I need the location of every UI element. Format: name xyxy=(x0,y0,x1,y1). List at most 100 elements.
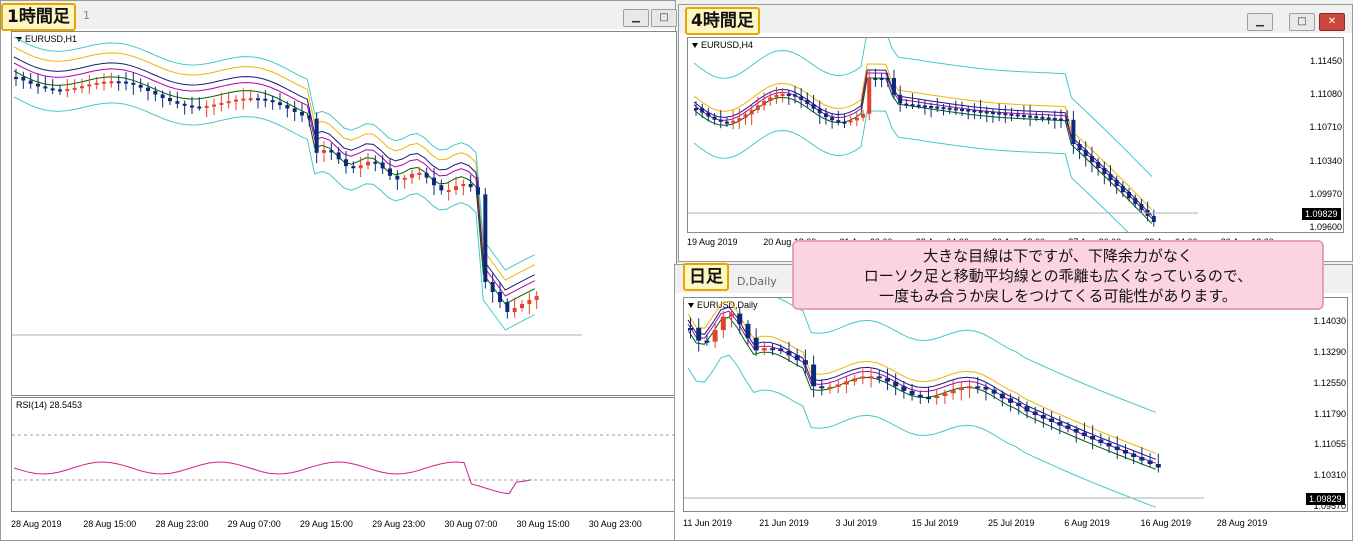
h4-current-price: 1.09829 xyxy=(1302,208,1341,220)
bollinger-lower-line xyxy=(13,96,535,331)
daily-x-tick-label: 15 Jul 2019 xyxy=(911,518,959,528)
h1-candles xyxy=(12,36,582,336)
bearish-candle xyxy=(696,328,702,341)
bearish-candle xyxy=(786,94,791,97)
bearish-candle xyxy=(786,350,792,356)
daily-price-chart[interactable]: EURUSD,Daily 1.14030 1.13290 1.12550 1.1179… xyxy=(683,297,1348,512)
maximize-button[interactable]: □ xyxy=(651,9,677,27)
h1-x-tick-label: 30 Aug 23:00 xyxy=(588,519,642,529)
bearish-candle xyxy=(1021,115,1026,117)
h1-x-tick-label: 28 Aug 15:00 xyxy=(83,519,137,529)
h4-titlebar[interactable]: ▁ □ ✕ xyxy=(679,5,1352,33)
bullish-candle xyxy=(226,101,231,104)
bearish-candle xyxy=(997,112,1002,115)
analysis-callout: 大きな目線は下ですが、下降余力がなく ローソク足と移動平均線との乖離も広くなって… xyxy=(792,240,1324,310)
close-button[interactable]: ✕ xyxy=(1319,13,1345,31)
bearish-candle xyxy=(885,78,890,80)
bearish-candle xyxy=(960,109,965,111)
daily-time-axis: 11 Jun 2019 21 Jun 2019 3 Jul 2019 15 Jul 2… xyxy=(683,518,1298,532)
bearish-candle xyxy=(1071,119,1076,144)
ma-navy-line xyxy=(13,56,535,291)
daily-y-tick-label: 1.12550 xyxy=(1313,377,1346,388)
bearish-candle xyxy=(830,117,835,121)
h4-y-tick-label: 1.10340 xyxy=(1309,155,1342,166)
ma-navy-line xyxy=(687,306,1156,460)
h4-chart-window[interactable]: ▁ □ ✕ 4時間足 EURUSD,H4 1.11450 1.11080 1.107… xyxy=(678,4,1353,262)
h1-chart-window[interactable]: 1 ▁ □ 1時間足 EURUSD,H1 RSI(14) 28.5453 28 … xyxy=(0,0,677,541)
bearish-candle xyxy=(823,113,828,118)
bullish-candle xyxy=(755,105,760,110)
daily-title-partial: D,Daily xyxy=(737,275,777,288)
bearish-candle xyxy=(131,82,136,85)
bearish-candle xyxy=(1089,156,1094,162)
bearish-candle xyxy=(901,386,907,391)
bullish-candle xyxy=(520,304,524,308)
bearish-candle xyxy=(1015,114,1020,117)
maximize-button[interactable]: □ xyxy=(1289,13,1315,31)
bearish-candle xyxy=(1139,204,1144,210)
bearish-candle xyxy=(1102,168,1107,174)
bearish-candle xyxy=(138,84,143,88)
bearish-candle xyxy=(388,168,392,176)
bearish-candle xyxy=(307,115,312,119)
bearish-candle xyxy=(1008,398,1014,403)
bullish-candle xyxy=(234,99,238,102)
bearish-candle xyxy=(1034,116,1039,119)
bearish-candle xyxy=(344,159,348,167)
bearish-candle xyxy=(146,87,150,91)
bearish-candle xyxy=(893,381,899,387)
bearish-candle xyxy=(1083,150,1088,156)
bearish-candle xyxy=(978,110,983,113)
bearish-candle xyxy=(704,340,710,343)
bullish-candle xyxy=(322,150,326,153)
bearish-candle xyxy=(1090,436,1096,440)
bearish-candle xyxy=(753,337,759,351)
bullish-candle xyxy=(461,184,466,187)
bullish-candle xyxy=(743,114,748,119)
bearish-candle xyxy=(1155,464,1161,468)
bearish-candle xyxy=(124,81,128,84)
bullish-candle xyxy=(94,82,99,85)
bearish-candle xyxy=(1009,113,1014,116)
h1-x-tick-label: 28 Aug 2019 xyxy=(11,519,62,529)
daily-y-tick-label: 1.13290 xyxy=(1313,346,1346,357)
h1-price-chart[interactable]: EURUSD,H1 xyxy=(11,31,677,396)
bearish-candle xyxy=(505,302,510,312)
bearish-candle xyxy=(1108,174,1113,180)
bearish-candle xyxy=(842,121,847,124)
bearish-candle xyxy=(984,111,989,114)
bearish-candle xyxy=(256,98,260,101)
bearish-candle xyxy=(999,393,1005,399)
bullish-candle xyxy=(950,390,956,394)
bullish-candle xyxy=(712,330,718,342)
h4-candles xyxy=(688,38,1198,232)
h4-y-tick-label: 1.10710 xyxy=(1309,122,1342,133)
bearish-candle xyxy=(14,77,18,79)
h4-price-chart[interactable]: EURUSD,H4 1.11450 1.11080 1.10710 1.10340 1.… xyxy=(687,37,1344,233)
h1-rsi-panel[interactable]: RSI(14) 28.5453 xyxy=(11,397,677,512)
bearish-candle xyxy=(50,88,55,91)
daily-x-tick-label: 28 Aug 2019 xyxy=(1216,518,1268,528)
bullish-candle xyxy=(860,376,866,379)
bearish-candle xyxy=(182,103,187,106)
bearish-candle xyxy=(432,177,436,186)
bearish-candle xyxy=(909,390,915,395)
bearish-candle xyxy=(1032,411,1038,415)
bearish-candle xyxy=(116,81,121,84)
ma-purple-line xyxy=(693,72,1153,219)
bearish-candle xyxy=(1147,460,1153,464)
bearish-candle xyxy=(28,80,33,84)
bearish-candle xyxy=(1151,216,1156,222)
daily-x-tick-label: 25 Jul 2019 xyxy=(988,518,1035,528)
bullish-candle xyxy=(80,86,84,89)
bearish-candle xyxy=(263,98,268,101)
h1-titlebar[interactable]: 1 ▁ □ xyxy=(1,1,677,29)
minimize-button[interactable]: ▁ xyxy=(1247,13,1273,31)
bearish-candle xyxy=(329,150,334,153)
h1-title-suffix: 1 xyxy=(83,9,90,22)
daily-x-tick-label: 16 Aug 2019 xyxy=(1140,518,1192,528)
h1-timeframe-label: 1時間足 xyxy=(1,3,76,31)
bearish-candle xyxy=(314,118,319,153)
bearish-candle xyxy=(468,184,473,188)
minimize-button[interactable]: ▁ xyxy=(623,9,649,27)
